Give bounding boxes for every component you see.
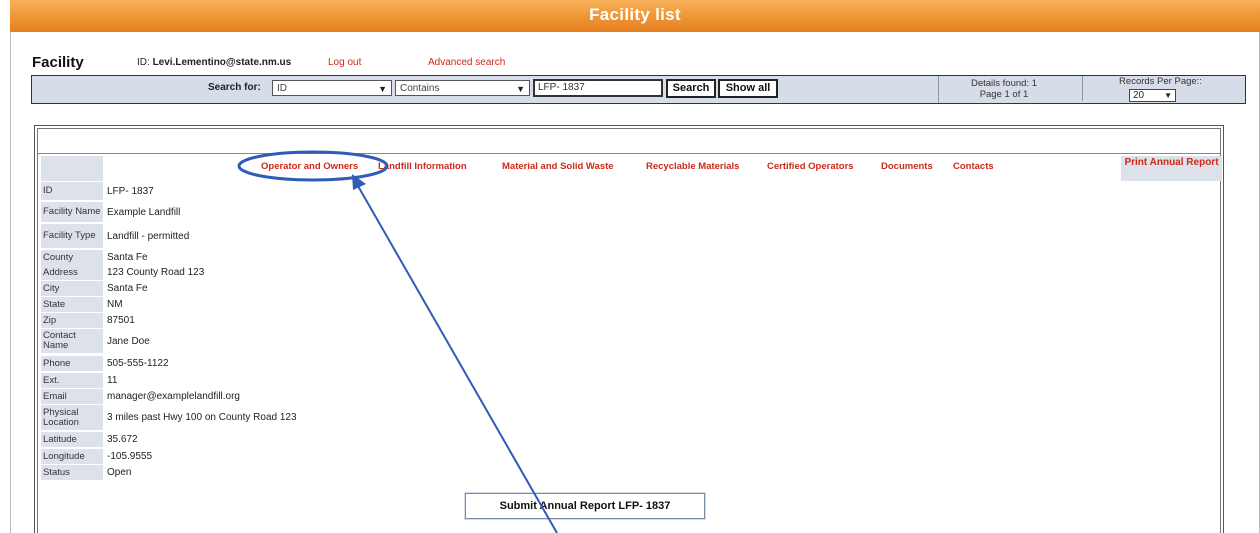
detail-value: Open (107, 467, 132, 478)
detail-value: -105.9555 (107, 451, 153, 462)
tab-certified-operators[interactable]: Certified Operators (767, 161, 854, 172)
detail-label: Ext. (41, 373, 103, 388)
detail-value: 11 (107, 375, 118, 386)
search-operator-value: Contains (400, 83, 440, 94)
detail-row-physical-location: Physical Location 3 miles past Hwy 100 o… (41, 405, 541, 430)
tab-documents[interactable]: Documents (881, 161, 933, 172)
detail-row-status: Status Open (41, 465, 541, 480)
detail-label: City (41, 281, 103, 296)
detail-value: Jane Doe (107, 335, 150, 347)
user-id-label: ID: (137, 57, 150, 68)
detail-value: LFP- 1837 (107, 185, 154, 197)
tab-divider (38, 153, 1220, 154)
detail-value: Example Landfill (107, 206, 181, 218)
advanced-search-link[interactable]: Advanced search (428, 57, 505, 68)
page-title: Facility (32, 54, 84, 71)
logout-link[interactable]: Log out (328, 57, 361, 68)
detail-value: NM (107, 299, 123, 310)
detail-label: Status (41, 465, 103, 480)
detail-row-ext: Ext. 11 (41, 373, 541, 388)
detail-label: Physical Location (41, 405, 103, 430)
chevron-down-icon: ▼ (1164, 91, 1172, 100)
detail-row-city: City Santa Fe (41, 281, 541, 296)
label-column-header (41, 156, 103, 181)
tab-contacts[interactable]: Contacts (953, 161, 994, 172)
detail-label: Latitude (41, 432, 103, 447)
user-id: ID: Levi.Lementino@state.nm.us (137, 57, 291, 68)
detail-value: manager@examplelandfill.org (107, 391, 240, 402)
detail-label: Address (41, 265, 103, 280)
detail-label: Email (41, 389, 103, 404)
detail-row-contact-name: Contact Name Jane Doe (41, 329, 541, 353)
window-title: Facility list (10, 0, 1260, 32)
search-field-select[interactable]: ID ▼ (272, 80, 392, 96)
detail-label: Phone (41, 356, 103, 371)
detail-row-longitude: Longitude -105.9555 (41, 449, 541, 464)
detail-value: Santa Fe (107, 283, 148, 294)
detail-label: Longitude (41, 449, 103, 464)
detail-row-latitude: Latitude 35.672 (41, 432, 541, 447)
detail-label: ID (41, 182, 103, 200)
chevron-down-icon: ▼ (516, 84, 525, 94)
results-summary: Details found: 1 Page 1 of 1 (938, 76, 1069, 103)
detail-row-id: ID LFP- 1837 (41, 182, 541, 200)
detail-row-email: Email manager@examplelandfill.org (41, 389, 541, 404)
user-email: Levi.Lementino@state.nm.us (152, 57, 292, 68)
detail-label: Zip (41, 313, 103, 328)
detail-value: 87501 (107, 315, 135, 326)
detail-label: Contact Name (41, 329, 103, 353)
detail-row-address: Address 123 County Road 123 (41, 265, 541, 280)
detail-value: 505-555-1122 (107, 358, 169, 369)
detail-value: 123 County Road 123 (107, 267, 205, 278)
records-per-page-select[interactable]: 20 ▼ (1129, 89, 1176, 102)
page-info: Page 1 of 1 (979, 89, 1029, 100)
detail-value: 3 miles past Hwy 100 on County Road 123 (107, 412, 297, 423)
chevron-down-icon: ▼ (378, 84, 387, 94)
detail-label: Facility Type (41, 224, 103, 248)
detail-row-state: State NM (41, 297, 541, 312)
submit-annual-report-button[interactable]: Submit Annual Report LFP- 1837 (465, 493, 705, 519)
tab-material-and-solid-waste[interactable]: Material and Solid Waste (502, 161, 614, 172)
search-input[interactable]: LFP- 1837 (533, 79, 663, 97)
detail-value: Santa Fe (107, 252, 148, 263)
detail-label: Facility Name (41, 202, 103, 222)
records-per-page-label: Records Per Page:: (1119, 76, 1202, 87)
show-all-button[interactable]: Show all (718, 79, 778, 98)
print-annual-report-link[interactable]: Print Annual Report (1121, 156, 1222, 181)
search-button[interactable]: Search (666, 79, 716, 98)
tab-recyclable-materials[interactable]: Recyclable Materials (646, 161, 739, 172)
tab-landfill-information[interactable]: Landfill Information (378, 161, 467, 172)
records-per-page-value: 20 (1133, 90, 1145, 101)
detail-row-facility-type: Facility Type Landfill - permitted (41, 224, 541, 248)
detail-label: County (41, 250, 103, 265)
tab-operator-and-owners[interactable]: Operator and Owners (261, 161, 358, 172)
detail-row-county: County Santa Fe (41, 250, 541, 265)
detail-row-facility-name: Facility Name Example Landfill (41, 202, 541, 222)
search-label: Search for: (208, 82, 261, 93)
detail-row-phone: Phone 505-555-1122 (41, 356, 541, 371)
detail-value: 35.672 (107, 434, 138, 445)
detail-row-zip: Zip 87501 (41, 313, 541, 328)
search-operator-select[interactable]: Contains ▼ (395, 80, 530, 96)
search-field-value: ID (277, 83, 287, 94)
details-found: Details found: 1 (970, 78, 1037, 89)
detail-value: Landfill - permitted (107, 230, 190, 242)
detail-label: State (41, 297, 103, 312)
